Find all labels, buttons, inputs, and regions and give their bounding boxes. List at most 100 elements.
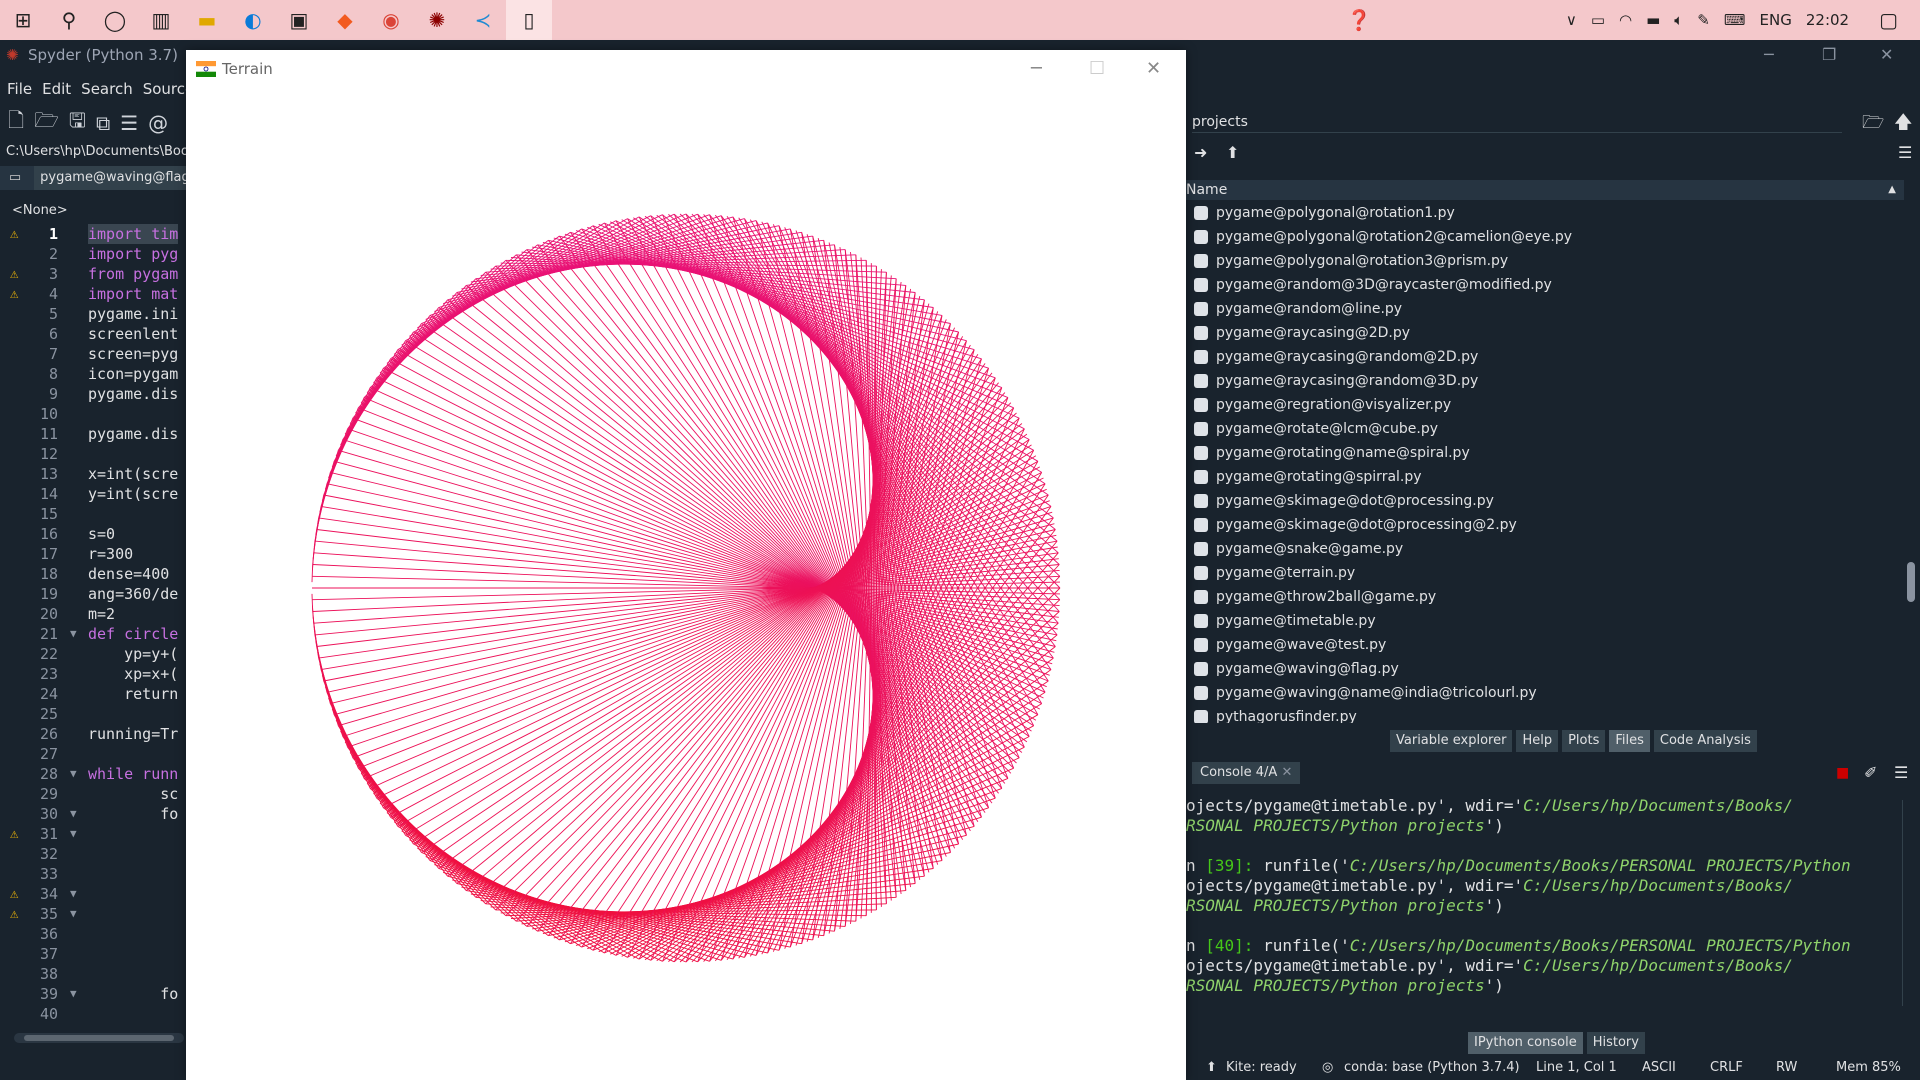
code-line[interactable]: 38 [6,964,190,984]
fold-toggle-icon[interactable]: ▼ [70,764,77,784]
code-line[interactable]: 21 ▼ def circle [6,624,190,644]
code-line[interactable]: ⚠ 4 import mat [6,284,190,304]
code-line[interactable]: ⚠ 34 ▼ [6,884,190,904]
warning-icon[interactable]: ⚠ [10,824,18,844]
warning-icon[interactable]: ⚠ [10,224,18,244]
warning-icon[interactable]: ⚠ [10,264,18,284]
restore-icon[interactable]: ❐ [1822,40,1836,70]
options-menu-icon[interactable]: ☰ [1898,143,1912,162]
vscode-icon[interactable]: ≺ [460,0,506,40]
tab-ipython-console[interactable]: IPython console [1468,1032,1583,1054]
tab-help[interactable]: Help [1516,730,1559,752]
files-column-header[interactable]: Name ▲ [1186,180,1904,200]
new-file-icon[interactable]: 🗋 [8,106,24,140]
close-icon[interactable]: ✕ [1880,40,1893,70]
tab-history[interactable]: History [1586,1032,1645,1054]
file-row[interactable]: pygame@snake@game.py [1186,537,1904,561]
file-row[interactable]: pygame@throw2ball@game.py [1186,585,1904,609]
brave-icon[interactable]: ◆ [322,0,368,40]
file-row[interactable]: pygame@raycasing@2D.py [1186,321,1904,345]
outline-selector[interactable]: <None> [6,201,190,221]
code-line[interactable]: 16 s=0 [6,524,190,544]
windows-icon[interactable]: ⊞ [0,0,46,40]
code-line[interactable]: ⚠ 1 import tim [6,224,190,244]
task-view-icon[interactable]: ▥ [138,0,184,40]
arrow-right-icon[interactable]: ➜ [1194,143,1207,162]
warning-icon[interactable]: ⚠ [10,884,18,904]
file-row[interactable]: pythagorusfinder.py [1186,705,1904,723]
code-line[interactable]: 10 [6,404,190,424]
tab-plots[interactable]: Plots [1562,730,1606,752]
fold-toggle-icon[interactable]: ▼ [70,624,77,644]
editor-horizontal-scrollbar[interactable] [14,1033,184,1043]
minimize-icon[interactable]: ─ [1764,40,1774,70]
file-row[interactable]: pygame@random@line.py [1186,297,1904,321]
file-row[interactable]: pygame@waving@name@india@tricolourl.py [1186,681,1904,705]
edge-icon[interactable]: ◐ [230,0,276,40]
file-row[interactable]: pygame@timetable.py [1186,609,1904,633]
file-row[interactable]: pygame@terrain.py [1186,561,1904,585]
code-line[interactable]: 22 yp=y+( [6,644,190,664]
pen-icon[interactable]: ✎ [1697,11,1710,29]
keyboard-icon[interactable]: ⌨ [1724,11,1746,29]
stop-icon[interactable]: ■ [1836,765,1849,781]
code-line[interactable]: 30 ▼ fo [6,804,190,824]
code-line[interactable]: 6 screenlent [6,324,190,344]
menu-edit[interactable]: Edit [42,76,71,102]
files-path-input[interactable]: projects [1192,111,1842,133]
volume-icon[interactable]: 🔈︎ [1674,11,1683,29]
code-line[interactable]: 24 return [6,684,190,704]
code-line[interactable]: 26 running=Tr [6,724,190,744]
open-file-icon[interactable]: 🗁 [34,106,59,140]
store-icon[interactable]: ▣ [276,0,322,40]
editor-tab-active[interactable]: pygame@waving@flag.py [34,166,190,190]
at-icon[interactable]: @ [148,111,168,135]
search-icon[interactable]: ⚲ [46,0,92,40]
arrow-up-icon[interactable]: 🡅 [1894,110,1913,140]
browse-tabs-icon[interactable]: ▭ [0,166,30,190]
file-row[interactable]: pygame@regration@visyalizer.py [1186,393,1904,417]
code-line[interactable]: 32 [6,844,190,864]
code-line[interactable]: 5 pygame.ini [6,304,190,324]
fold-toggle-icon[interactable]: ▼ [70,984,77,1004]
language-indicator[interactable]: ENG [1760,11,1792,29]
code-line[interactable]: 8 icon=pygam [6,364,190,384]
fold-toggle-icon[interactable]: ▼ [70,804,77,824]
list-icon[interactable]: ☰ [120,111,138,135]
code-editor[interactable]: ⚠ 1 import tim 2 import pyg ⚠ 3 from pygam ⚠ 4 imp… [6,224,190,1050]
wifi-icon[interactable]: ◠ [1619,11,1632,29]
code-line[interactable]: 13 x=int(scre [6,464,190,484]
scrollbar-thumb[interactable] [1907,562,1915,602]
clock[interactable]: 22:02 [1806,11,1849,29]
file-row[interactable]: pygame@waving@flag.py [1186,657,1904,681]
code-line[interactable]: 15 [6,504,190,524]
scrollbar-thumb[interactable] [24,1035,174,1041]
files-list[interactable]: pygame@polygonal@rotation1.py pygame@poly… [1186,201,1904,723]
code-line[interactable]: 9 pygame.dis [6,384,190,404]
code-line[interactable]: 12 [6,444,190,464]
code-line[interactable]: 39 ▼ fo [6,984,190,1004]
notification-icon[interactable]: ▢ [1879,8,1898,32]
file-row[interactable]: pygame@skimage@dot@processing@2.py [1186,513,1904,537]
close-tab-icon[interactable]: ✕ [1281,765,1292,780]
menu-search[interactable]: Search [81,76,133,102]
warning-icon[interactable]: ⚠ [10,284,18,304]
working-directory[interactable]: C:\Users\hp\Documents\Books\ [0,142,190,162]
file-row[interactable]: pygame@rotating@spirral.py [1186,465,1904,489]
terrain-window[interactable]: Terrain ─ ☐ ✕ [186,50,1186,1080]
code-line[interactable]: 18 dense=400 [6,564,190,584]
code-line[interactable]: 25 [6,704,190,724]
display-icon[interactable]: ▭ [1591,11,1605,29]
warning-icon[interactable]: ⚠ [10,904,18,924]
file-row[interactable]: pygame@polygonal@rotation2@camelion@eye.… [1186,225,1904,249]
file-row[interactable]: pygame@raycasing@random@3D.py [1186,369,1904,393]
console-options-icon[interactable]: ☰ [1894,763,1908,782]
tab-files[interactable]: Files [1609,730,1650,752]
file-explorer-icon[interactable]: ▬ [184,0,230,40]
save-all-icon[interactable]: ⧉ [96,111,110,135]
code-line[interactable]: 37 [6,944,190,964]
console-tab[interactable]: Console 4/A ✕ [1192,762,1301,784]
code-line[interactable]: 14 y=int(scre [6,484,190,504]
code-line[interactable]: 20 m=2 [6,604,190,624]
code-line[interactable]: 40 [6,1004,190,1024]
